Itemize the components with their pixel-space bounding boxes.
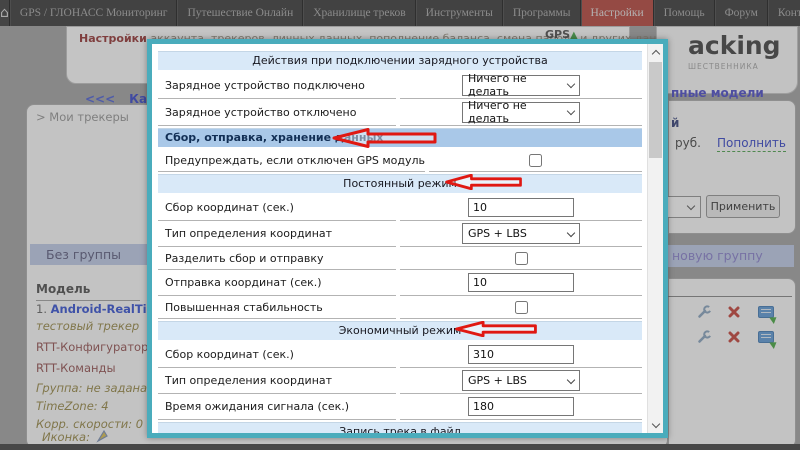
chevron-up-icon <box>651 49 659 57</box>
row-eco-coord-type: Тип определения координат GPS + LBS <box>158 368 642 394</box>
warn-gps-off-checkbox[interactable] <box>529 154 542 167</box>
split-collect-send-checkbox[interactable] <box>515 252 528 265</box>
field-label: Зарядное устройство подключено <box>158 72 396 99</box>
eco-collect-input[interactable] <box>468 345 574 364</box>
eco-coord-type-select[interactable]: GPS + LBS <box>462 370 580 391</box>
modal-content: Действия при подключении зарядного устро… <box>152 44 648 433</box>
row-split-collect-send: Разделить сбор и отправку <box>158 247 642 270</box>
charger-connected-select[interactable]: Ничего не делать <box>462 75 580 96</box>
screen: ⌂ GPS / ГЛОНАСС Мониторинг Путешествие О… <box>0 0 800 450</box>
field-label: Отправка координат (сек.) <box>158 270 396 296</box>
chevron-down-icon <box>567 375 575 383</box>
row-eco-wait: Время ожидания сигнала (сек.) <box>158 394 642 420</box>
high-stability-checkbox[interactable] <box>515 301 528 314</box>
tracker-settings-modal: Действия при подключении зарядного устро… <box>147 39 668 438</box>
row-charger-disconnected: Зарядное устройство отключено Ничего не … <box>158 99 642 126</box>
scrollbar-thumb[interactable] <box>649 62 662 158</box>
field-label: Сбор координат (сек.) <box>158 195 396 221</box>
charger-disconnected-select[interactable]: Ничего не делать <box>462 102 580 123</box>
row-const-send: Отправка координат (сек.) <box>158 270 642 296</box>
scroll-up-button[interactable] <box>648 44 663 60</box>
section-header-constant-mode: Постоянный режим <box>158 174 642 193</box>
chevron-down-icon <box>567 228 575 236</box>
field-label: Время ожидания сигнала (сек.) <box>158 394 396 420</box>
row-charger-connected: Зарядное устройство подключено Ничего не… <box>158 72 642 99</box>
field-label: Тип определения координат <box>158 221 396 247</box>
row-warn-gps-off: Предупреждать, если отключен GPS модуль <box>158 149 642 172</box>
field-label: Зарядное устройство отключено <box>158 99 396 126</box>
const-coord-type-select[interactable]: GPS + LBS <box>462 223 580 244</box>
row-high-stability: Повышенная стабильность <box>158 296 642 319</box>
row-eco-collect: Сбор координат (сек.) <box>158 342 642 368</box>
scroll-down-button[interactable] <box>648 417 663 433</box>
field-label: Повышенная стабильность <box>158 296 396 319</box>
field-label: Сбор координат (сек.) <box>158 342 396 368</box>
modal-scrollbar[interactable] <box>647 44 663 433</box>
annotation-arrow-constant-mode <box>445 174 522 190</box>
const-send-input[interactable] <box>468 273 574 292</box>
annotation-arrow-eco-mode <box>455 321 537 337</box>
annotation-arrow-data-section <box>332 128 437 148</box>
const-collect-input[interactable] <box>468 198 574 217</box>
field-label: Тип определения координат <box>158 368 396 394</box>
section-header-eco-mode: Экономичный режим <box>158 321 642 340</box>
section-header-charging: Действия при подключении зарядного устро… <box>158 51 642 70</box>
eco-wait-input[interactable] <box>468 397 574 416</box>
section-header-track-file: Запись трека в файл <box>158 422 642 433</box>
field-label: Предупреждать, если отключен GPS модуль <box>158 149 425 172</box>
field-label: Разделить сбор и отправку <box>158 247 396 270</box>
row-const-coord-type: Тип определения координат GPS + LBS <box>158 221 642 247</box>
row-const-collect: Сбор координат (сек.) <box>158 195 642 221</box>
chevron-down-icon <box>651 419 659 427</box>
